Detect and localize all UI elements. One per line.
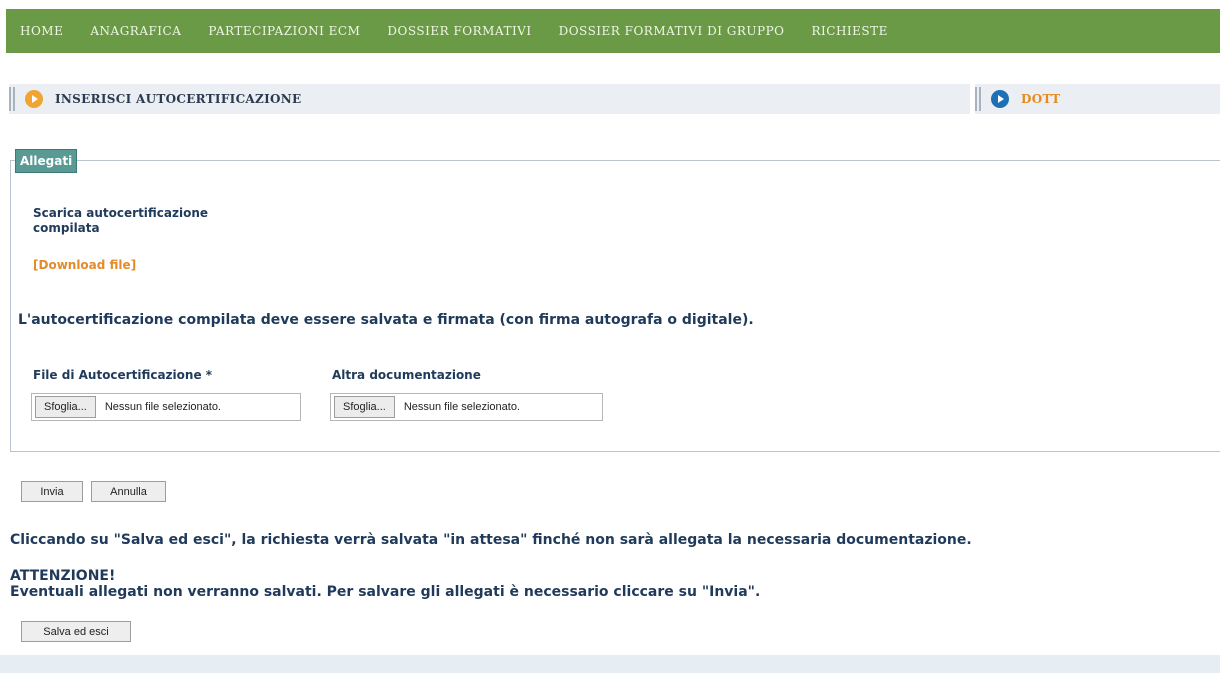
page-title-bar: INSERISCI AUTOCERTIFICAZIONE <box>9 84 970 114</box>
nav-partecipazioni-ecm[interactable]: PARTECIPAZIONI ECM <box>208 24 360 38</box>
salva-ed-esci-button[interactable]: Salva ed esci <box>21 621 131 642</box>
autocert-notice: L'autocertificazione compilata deve esse… <box>18 312 754 328</box>
file-status: Nessun file selezionato. <box>403 401 520 413</box>
file-status: Nessun file selezionato. <box>104 401 221 413</box>
divider-bars <box>9 87 15 111</box>
nav-richieste[interactable]: RICHIESTE <box>812 24 888 38</box>
scarica-label: Scarica autocertificazione compilata <box>33 206 209 235</box>
user-title: DOTT <box>1021 92 1061 106</box>
nav-home[interactable]: HOME <box>20 24 63 38</box>
invia-button[interactable]: Invia <box>21 481 83 502</box>
file-autocert-label: File di Autocertificazione * <box>33 368 213 382</box>
user-title-bar: DOTT <box>975 84 1220 114</box>
allegati-warning-text: Eventuali allegati non verranno salvati.… <box>10 584 761 600</box>
footer-bar <box>0 655 1220 673</box>
arrow-right-icon <box>991 90 1009 108</box>
salva-info-text: Cliccando su "Salva ed esci", la richies… <box>10 532 972 548</box>
nav-dossier-formativi-di-gruppo[interactable]: DOSSIER FORMATIVI DI GRUPPO <box>559 24 785 38</box>
nav-anagrafica[interactable]: ANAGRAFICA <box>90 24 181 38</box>
arrow-right-icon <box>25 90 43 108</box>
file-autocert-input[interactable]: Sfoglia... Nessun file selezionato. <box>31 393 301 421</box>
page-title: INSERISCI AUTOCERTIFICAZIONE <box>55 92 302 106</box>
download-file-link[interactable]: [Download file] <box>33 258 136 272</box>
altra-doc-label: Altra documentazione <box>332 368 481 382</box>
allegati-legend: Allegati <box>15 149 78 173</box>
annulla-button[interactable]: Annulla <box>91 481 166 502</box>
browse-button[interactable]: Sfoglia... <box>334 396 395 418</box>
altra-doc-input[interactable]: Sfoglia... Nessun file selezionato. <box>330 393 603 421</box>
attenzione-heading: ATTENZIONE! <box>10 568 116 584</box>
nav-dossier-formativi[interactable]: DOSSIER FORMATIVI <box>387 24 531 38</box>
browse-button[interactable]: Sfoglia... <box>35 396 96 418</box>
divider-bars <box>975 87 981 111</box>
top-navigation: HOME ANAGRAFICA PARTECIPAZIONI ECM DOSSI… <box>6 9 1220 53</box>
